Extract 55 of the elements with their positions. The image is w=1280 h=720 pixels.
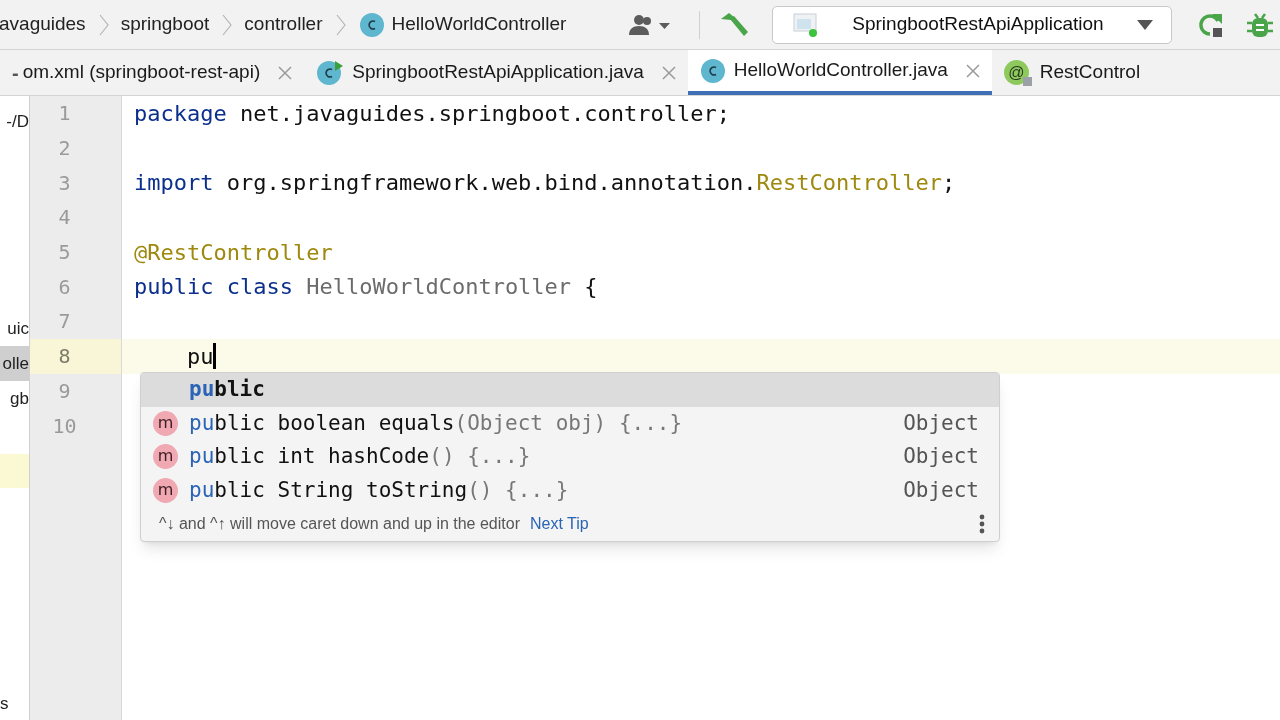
chevron-icon [334,13,347,36]
editor-tab[interactable]: SpringbootRestApiApplication.java [304,50,688,95]
code-line: import org.springframework.web.bind.annotation.RestController; [134,169,956,198]
completion-item[interactable]: m public int hashCode() {...} Object [141,440,999,474]
close-icon [278,65,293,80]
code-line: pu [185,342,214,371]
method-icon: m [153,477,178,503]
run-configuration-dropdown[interactable]: SpringbootRestApiApplication [772,5,1172,44]
project-tree-item[interactable]: s [0,690,29,716]
code-line: public class HelloWorldController { [134,273,598,302]
close-icon [965,63,980,78]
breadcrumb[interactable]: HelloWorldController [391,10,567,39]
close-icon [661,65,676,80]
method-icon: m [153,410,178,436]
highlight-bar [0,453,29,488]
caret-icon [1137,19,1153,30]
project-tree-item[interactable]: uic [0,311,29,347]
project-tree-item[interactable]: -/D [0,104,29,139]
chevron-icon [97,13,110,36]
class-icon [358,11,385,38]
code-line: @RestController [134,238,333,267]
class-icon [316,59,345,86]
line-number: 10 [51,412,78,440]
users-icon [627,13,671,36]
completion-item[interactable]: m public String toString() {...} Object [141,473,999,507]
line-number: 8 [30,338,121,374]
project-tree-item[interactable]: gb [0,381,29,416]
line-number: 7 [57,308,72,336]
editor-tab[interactable]: @ RestControl [991,50,1153,95]
line-number: 4 [57,204,72,232]
editor-tab[interactable]: om.xml (springboot-rest-api) [20,50,305,95]
breadcrumb[interactable]: springboot [120,10,210,39]
breadcrumb[interactable]: controller [244,10,323,39]
line-number: 1 [57,100,72,128]
next-tip-link[interactable]: Next Tip [530,512,589,536]
code-line: package net.javaguides.springboot.controller; [134,99,731,128]
class-icon [699,57,726,84]
line-number: 2 [57,135,72,163]
window-icon [791,11,819,38]
text-caret [213,343,217,370]
completion-item[interactable]: public [141,373,999,407]
completion-item[interactable]: m public boolean equals(Object obj) {...} Object [141,406,999,440]
line-number: 5 [57,239,72,267]
breadcrumb[interactable]: avaguides [0,10,86,39]
line-number: 9 [57,377,72,405]
line-number: 3 [57,169,72,197]
tab-overflow-marker: - [11,60,20,86]
more-icon [979,514,985,534]
annotation-icon: @ [1003,59,1032,86]
method-icon: m [153,444,178,470]
line-number: 6 [57,273,72,301]
project-tree-item[interactable]: olle [0,346,29,382]
chevron-icon [221,13,234,36]
tip-text: ^↓ and ^↑ will move caret down and up in the editor [159,514,520,534]
editor-tab[interactable]: HelloWorldController.java [687,50,992,95]
